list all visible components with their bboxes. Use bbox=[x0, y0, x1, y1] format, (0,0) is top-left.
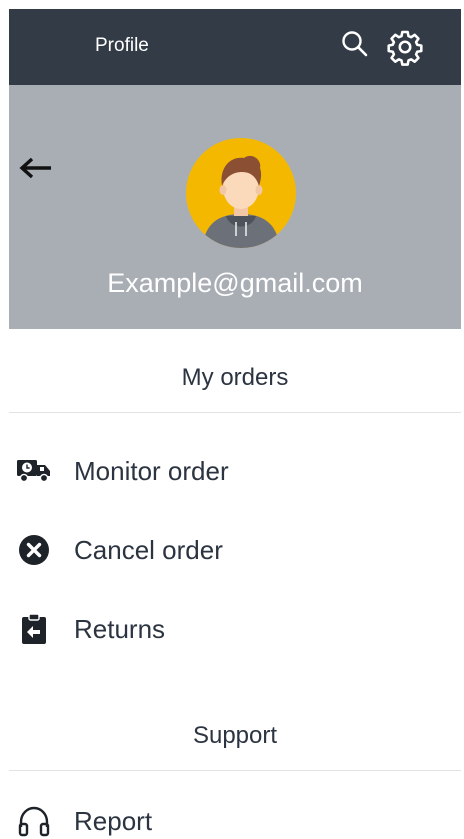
top-app-bar: Profile bbox=[9, 9, 461, 85]
menu-item-label: Returns bbox=[74, 613, 166, 644]
menu-item-returns[interactable]: Returns bbox=[16, 611, 165, 647]
menu-item-cancel-order[interactable]: Cancel order bbox=[16, 532, 223, 568]
cancel-circle-icon bbox=[16, 532, 52, 568]
divider bbox=[9, 770, 461, 771]
menu-item-label: Monitor order bbox=[74, 455, 229, 486]
section-title-my-orders: My orders bbox=[181, 364, 289, 391]
search-icon[interactable] bbox=[340, 29, 370, 64]
menu-item-label: Report bbox=[74, 805, 153, 836]
menu-item-monitor-order[interactable]: Monitor order bbox=[16, 453, 229, 489]
section-title-support: Support bbox=[192, 722, 278, 749]
menu-item-label: Cancel order bbox=[74, 534, 223, 565]
delivery-truck-icon bbox=[16, 453, 52, 489]
page-title: Profile bbox=[95, 35, 149, 56]
clipboard-return-icon bbox=[16, 611, 52, 647]
divider bbox=[9, 412, 461, 413]
gear-icon[interactable] bbox=[386, 28, 424, 71]
arrow-left-icon[interactable] bbox=[19, 157, 53, 184]
profile-header: Example@gmail.com bbox=[9, 85, 461, 329]
avatar[interactable] bbox=[186, 138, 296, 248]
profile-email: Example@gmail.com bbox=[107, 268, 363, 298]
